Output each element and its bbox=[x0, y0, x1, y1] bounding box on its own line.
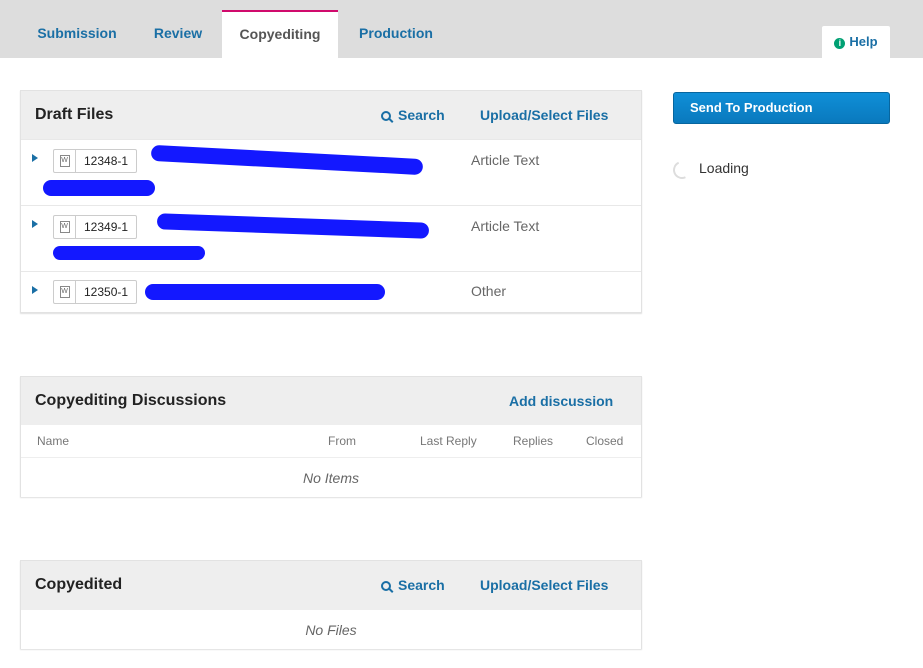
search-icon bbox=[381, 111, 391, 121]
add-discussion-button[interactable]: Add discussion bbox=[509, 377, 613, 425]
column-header-name: Name bbox=[37, 434, 70, 448]
send-to-production-button[interactable]: Send To Production bbox=[673, 92, 890, 124]
file-row: W 12348-1 Article Text bbox=[21, 139, 641, 205]
file-row: W 12350-1 Other bbox=[21, 271, 641, 312]
redacted-file-name-line2[interactable] bbox=[53, 246, 205, 260]
copyedited-header: Copyedited Search Upload/Select Files bbox=[21, 561, 641, 609]
draft-files-search-button[interactable]: Search bbox=[381, 91, 445, 139]
word-doc-icon: W bbox=[54, 216, 76, 238]
column-header-replies: Replies bbox=[513, 434, 554, 448]
file-id-badge: W 12348-1 bbox=[53, 149, 138, 173]
column-header-closed: Closed bbox=[586, 434, 624, 448]
discussions-header: Copyediting Discussions Add discussion bbox=[21, 377, 641, 425]
copyedited-panel: Copyedited Search Upload/Select Files No… bbox=[20, 560, 642, 649]
expand-caret-icon[interactable] bbox=[32, 286, 38, 294]
search-icon bbox=[381, 581, 391, 591]
file-id-badge: W 12350-1 bbox=[53, 280, 138, 304]
discussions-column-headers: Name From Last Reply Replies Closed bbox=[21, 425, 641, 457]
redacted-file-name[interactable] bbox=[150, 144, 424, 176]
draft-files-panel: Draft Files Search Upload/Select Files W… bbox=[20, 90, 642, 313]
discussions-title: Copyediting Discussions bbox=[35, 392, 227, 409]
copyedited-search-label: Search bbox=[398, 577, 445, 593]
expand-caret-icon[interactable] bbox=[32, 220, 38, 228]
loading-label: Loading bbox=[699, 160, 749, 176]
word-doc-icon: W bbox=[54, 281, 76, 303]
file-id: 12350-1 bbox=[84, 285, 129, 299]
discussions-empty-state: No Items bbox=[21, 457, 641, 497]
draft-files-upload-button[interactable]: Upload/Select Files bbox=[480, 91, 608, 139]
file-type: Article Text bbox=[471, 152, 540, 168]
copyedited-empty-state: No Files bbox=[21, 609, 641, 649]
help-label: Help bbox=[849, 34, 878, 49]
info-icon: i bbox=[834, 38, 846, 49]
draft-files-header: Draft Files Search Upload/Select Files bbox=[21, 91, 641, 139]
copyedited-upload-button[interactable]: Upload/Select Files bbox=[480, 561, 608, 609]
tab-copyediting[interactable]: Copyediting bbox=[222, 10, 338, 58]
file-id: 12348-1 bbox=[84, 154, 129, 168]
draft-files-search-label: Search bbox=[398, 107, 445, 123]
loading-spinner-icon bbox=[670, 158, 694, 182]
copyedited-title: Copyedited bbox=[35, 576, 123, 593]
tab-review[interactable]: Review bbox=[136, 10, 220, 58]
redacted-file-name[interactable] bbox=[145, 284, 385, 300]
column-header-last-reply: Last Reply bbox=[420, 434, 477, 448]
file-id-badge: W 12349-1 bbox=[53, 215, 138, 239]
copyedited-search-button[interactable]: Search bbox=[381, 561, 445, 609]
expand-caret-icon[interactable] bbox=[32, 154, 38, 162]
discussions-panel: Copyediting Discussions Add discussion N… bbox=[20, 376, 642, 497]
file-row: W 12349-1 Article Text bbox=[21, 205, 641, 271]
file-type: Other bbox=[471, 283, 507, 299]
help-button[interactable]: i Help bbox=[822, 26, 890, 58]
word-doc-icon: W bbox=[54, 150, 76, 172]
tab-production[interactable]: Production bbox=[340, 10, 452, 58]
redacted-file-name[interactable] bbox=[156, 213, 430, 239]
draft-files-title: Draft Files bbox=[35, 106, 114, 123]
file-type: Article Text bbox=[471, 218, 540, 234]
redacted-file-name-line2[interactable] bbox=[43, 180, 155, 196]
participants-loading: Loading bbox=[670, 158, 749, 182]
file-id: 12349-1 bbox=[84, 220, 129, 234]
workflow-tab-bar: Submission Review Copyediting Production… bbox=[0, 0, 923, 58]
tab-submission[interactable]: Submission bbox=[20, 10, 134, 58]
column-header-from: From bbox=[328, 434, 356, 448]
